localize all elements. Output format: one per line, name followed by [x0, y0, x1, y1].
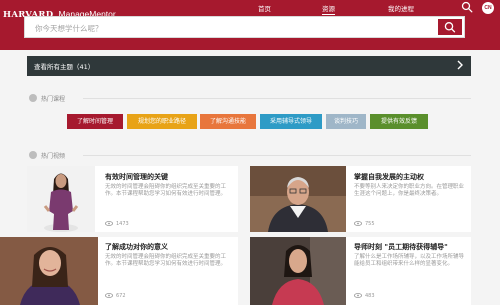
video-thumbnail[interactable]: [27, 166, 95, 232]
video-description: 了解什么是工作场所辅导，以及工作场所辅导能给员工和组织带来什么样的显著变化。: [354, 254, 465, 267]
hot-courses-title: 热门课程: [41, 96, 66, 103]
chevron-right-icon: [457, 60, 463, 70]
hot-courses-header: 热门课程: [27, 93, 471, 105]
view-count: 755: [354, 221, 375, 227]
tag-negotiation[interactable]: 谈判技巧: [326, 114, 366, 129]
section-dot-icon: [29, 151, 37, 159]
video-thumbnail[interactable]: [250, 166, 346, 232]
search-button-icon: [444, 22, 456, 33]
hot-videos-section: 热门视频: [27, 150, 471, 162]
video-description: 无效的时间管理会阻碍你的组织完成至关重要的工作。本节课程帮助您学习如何有效进行时…: [105, 254, 227, 267]
nav-home[interactable]: 首页: [258, 3, 271, 13]
nav-resources[interactable]: 资源: [322, 3, 335, 15]
video-card[interactable]: 了解成功对你的意义 无效的时间管理会阻碍你的组织完成至关重要的工作。本节课程帮助…: [0, 237, 238, 305]
video-title[interactable]: 有效时间管理的关键: [105, 172, 168, 182]
section-dot-icon: [29, 94, 37, 102]
nav-learning[interactable]: 我的进程: [388, 3, 414, 13]
hot-courses-section: 热门课程: [27, 93, 471, 105]
view-count: 672: [105, 293, 126, 299]
view-count-value: 1473: [116, 221, 129, 227]
all-topics-bar[interactable]: 查看所有主题（41）: [27, 56, 471, 76]
view-count: 1473: [105, 221, 129, 227]
video-title[interactable]: 了解成功对你的意义: [105, 242, 168, 252]
section-divider: [83, 98, 471, 99]
video-thumbnail[interactable]: [0, 237, 98, 305]
eye-icon: [105, 293, 113, 298]
tag-feedback[interactable]: 提供有效反馈: [370, 114, 428, 129]
search-icon[interactable]: [461, 1, 473, 13]
view-count: 483: [354, 293, 375, 299]
hot-videos-header: 热门视频: [27, 150, 471, 162]
video-card[interactable]: 有效时间管理的关键 无效的时间管理会阻碍你的组织完成至关重要的工作。本节课程帮助…: [27, 166, 238, 232]
search-input[interactable]: [35, 21, 425, 35]
video-title[interactable]: 掌握自我发展的主动权: [354, 172, 424, 182]
video-card[interactable]: 导师时刻 "员工期待获得辅导" 了解什么是工作场所辅导，以及工作场所辅导能给员工…: [250, 237, 471, 305]
all-topics-label: 查看所有主题（41）: [34, 63, 95, 71]
user-avatar[interactable]: CN: [482, 2, 494, 14]
video-card[interactable]: 掌握自我发展的主动权 不要等别人来决定你的职业方向。在管理职业生涯这个问题上，你…: [250, 166, 471, 232]
eye-icon: [105, 221, 113, 226]
video-description: 不要等别人来决定你的职业方向。在管理职业生涯这个问题上，你是最终决策者。: [354, 184, 465, 197]
view-count-value: 755: [365, 221, 375, 227]
video-thumbnail[interactable]: [250, 237, 346, 305]
top-header: HARVARD ManageMentor 首页 资源 我的进程 CN: [0, 0, 500, 50]
section-divider: [83, 155, 471, 156]
eye-icon: [354, 293, 362, 298]
video-description: 无效的时间管理会阻碍你的组织完成至关重要的工作。本节课程帮助您学习如何有效进行时…: [105, 184, 227, 197]
search-button[interactable]: [438, 19, 462, 35]
view-count-value: 483: [365, 293, 375, 299]
search-box: [24, 16, 465, 38]
eye-icon: [354, 221, 362, 226]
video-title[interactable]: 导师时刻 "员工期待获得辅导": [354, 242, 448, 252]
tag-time-management[interactable]: 了解时间管理: [67, 114, 123, 129]
tag-coaching-leadership[interactable]: 采用辅导式领导: [260, 114, 322, 129]
tag-career-path[interactable]: 规划您的职业路径: [127, 114, 197, 129]
hot-videos-title: 热门视频: [41, 153, 66, 160]
tag-communication[interactable]: 了解沟通技能: [200, 114, 256, 129]
view-count-value: 672: [116, 293, 126, 299]
